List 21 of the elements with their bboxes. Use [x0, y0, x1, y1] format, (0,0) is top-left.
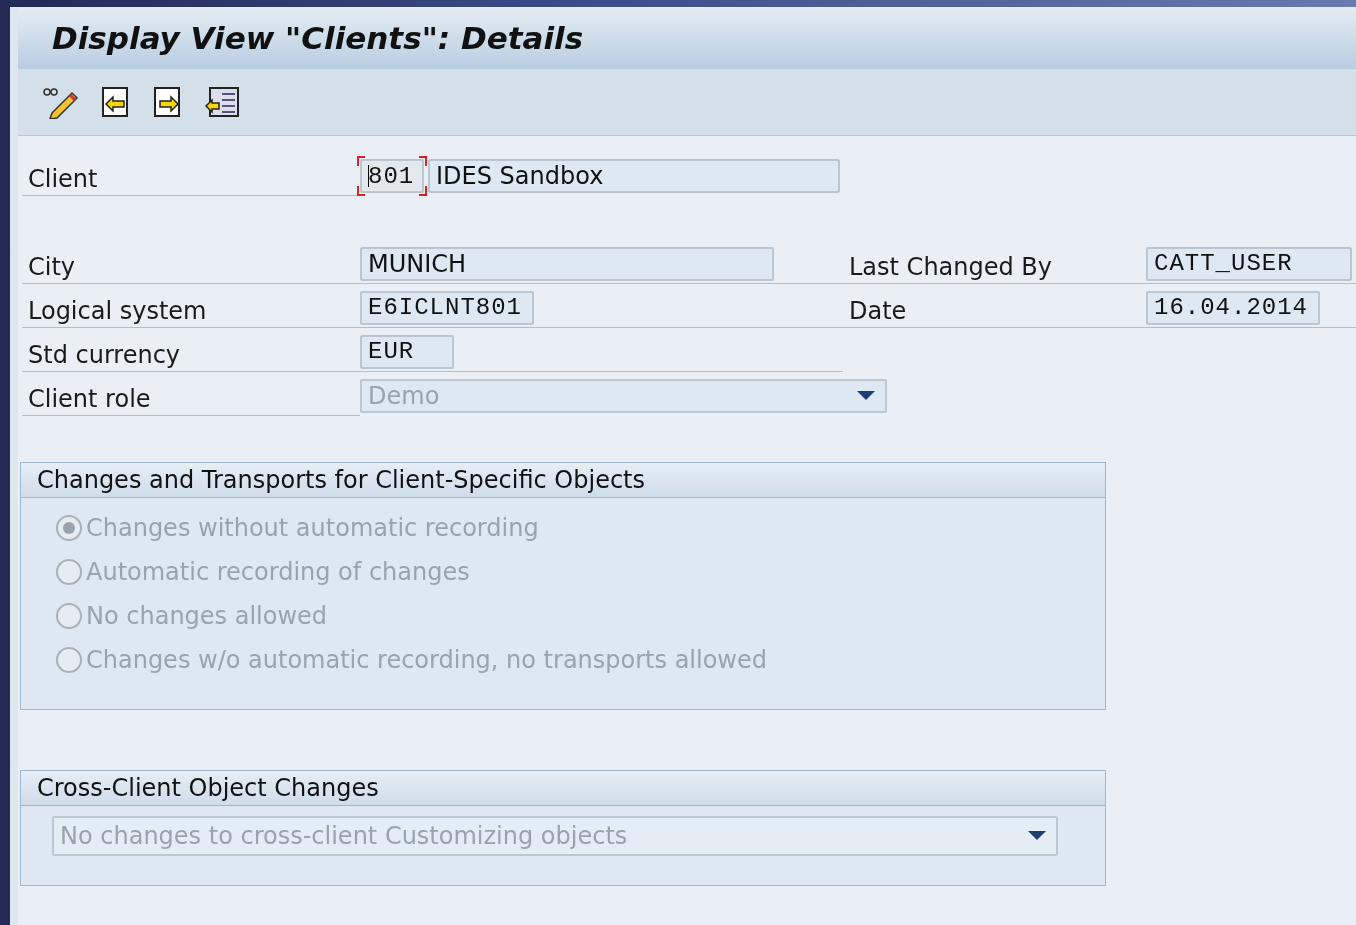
client-description-field: IDES Sandbox — [428, 159, 840, 193]
field-label: Logical system — [22, 284, 360, 328]
input-field[interactable]: EUR — [360, 334, 454, 369]
dropdown-arrow-icon — [857, 391, 875, 401]
group-title: Cross-Client Object Changes — [37, 774, 379, 802]
field-label: Std currency — [22, 328, 360, 372]
field-label: Client — [22, 152, 360, 196]
list-arrow-icon[interactable] — [204, 86, 240, 118]
input-field[interactable]: CATT_USER — [1146, 246, 1352, 281]
client-number-field[interactable]: 801 — [360, 159, 424, 193]
field-label: Date — [843, 284, 1146, 328]
input-field[interactable]: MUNICH — [360, 246, 774, 281]
window-title: Display View "Clients": Details — [52, 20, 584, 56]
input-field[interactable]: E6ICLNT801 — [360, 290, 534, 325]
field-label: Last Changed By — [843, 240, 1146, 284]
field-label: City — [22, 240, 360, 284]
pencil-glasses-icon[interactable] — [40, 85, 80, 119]
field-label: Client role — [22, 372, 360, 416]
dropdown-arrow-icon — [1028, 831, 1046, 841]
input-field[interactable]: 16.04.2014 — [1146, 290, 1320, 325]
group-title: Changes and Transports for Client-Specific Objects — [37, 466, 646, 494]
